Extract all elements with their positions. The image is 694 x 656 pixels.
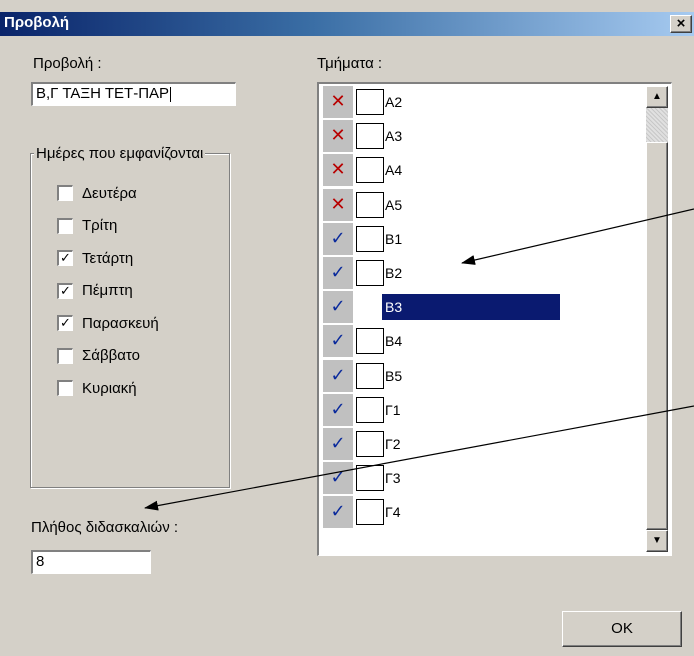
annotation-arrows [144, 208, 694, 511]
arrow-to-teachers-count [144, 405, 694, 511]
view-dialog: Προβολή × Προβολή : Β,Γ ΤΑΞΗ ΤΕΤ-ΠΑΡ Ημέ… [0, 0, 694, 656]
arrow-to-sections [461, 208, 694, 265]
